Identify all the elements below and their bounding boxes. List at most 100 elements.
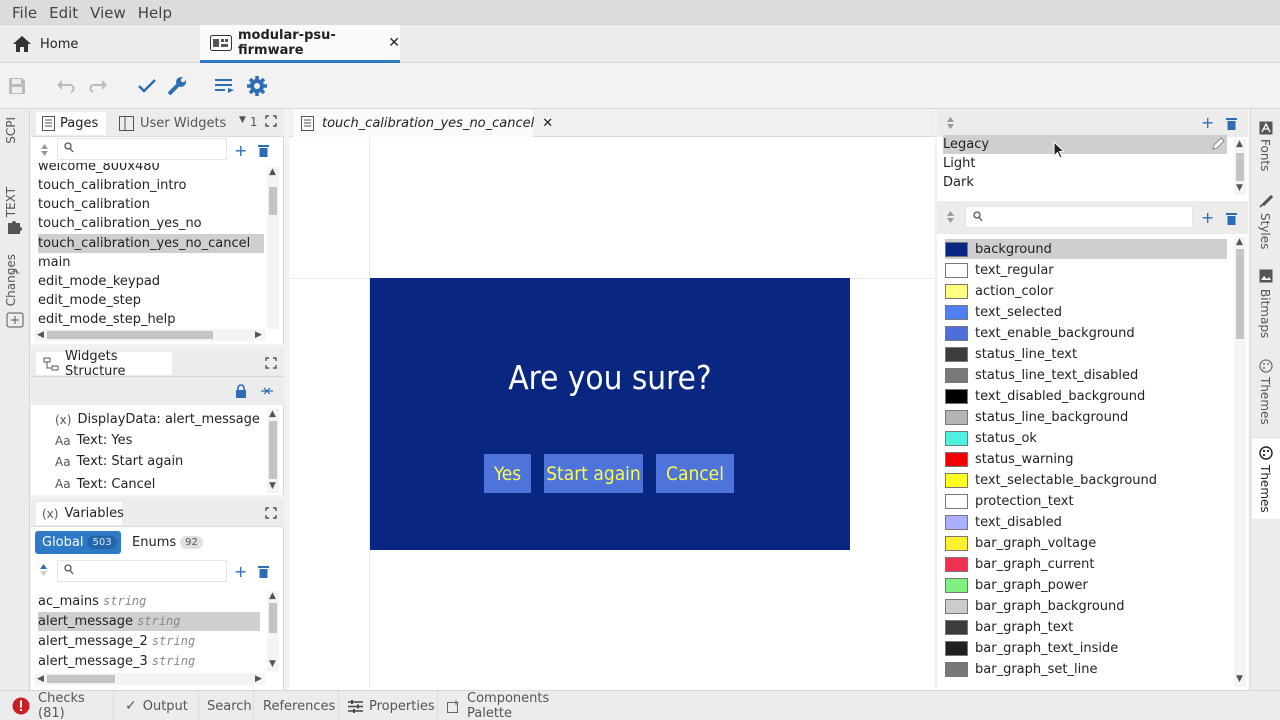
color-item[interactable]: status_line_text bbox=[945, 344, 1227, 364]
color-swatch[interactable] bbox=[945, 514, 968, 530]
dialog-title[interactable]: Are you sure? bbox=[370, 358, 850, 397]
collapse-icon[interactable] bbox=[260, 386, 274, 396]
sort-icon[interactable] bbox=[946, 210, 955, 224]
list-settings-icon[interactable] bbox=[212, 73, 238, 99]
variable-item-selected[interactable]: alert_message string bbox=[38, 612, 260, 631]
color-swatch[interactable] bbox=[945, 325, 968, 341]
list-item[interactable]: edit_mode_step_help bbox=[38, 310, 264, 329]
add-page-icon[interactable]: + bbox=[234, 141, 247, 160]
settings-gear-icon[interactable] bbox=[244, 73, 270, 99]
sort-icon[interactable] bbox=[946, 116, 955, 130]
tree-item-text-yes[interactable]: Aa Text: Yes bbox=[55, 433, 132, 448]
vtab-changes[interactable]: Changes bbox=[4, 254, 18, 306]
color-item[interactable]: text_disabled_background bbox=[945, 386, 1227, 406]
undo-icon[interactable] bbox=[54, 73, 80, 99]
scroll-right-icon[interactable]: ▶ bbox=[255, 674, 262, 684]
color-swatch[interactable] bbox=[945, 304, 968, 320]
vtab-themes[interactable]: Themes bbox=[1258, 377, 1272, 425]
color-swatch[interactable] bbox=[945, 577, 968, 593]
expand-icon[interactable] bbox=[265, 357, 277, 369]
pages-search-input[interactable] bbox=[57, 138, 227, 160]
color-item[interactable]: action_color bbox=[945, 281, 1227, 301]
tab-widgets-structure[interactable]: Widgets Structure bbox=[36, 349, 172, 379]
scroll-down-icon[interactable]: ▼ bbox=[269, 659, 276, 669]
menu-edit[interactable]: Edit bbox=[43, 4, 84, 22]
close-icon[interactable]: ✕ bbox=[542, 116, 553, 131]
widgets-vertical-scrollbar[interactable]: ▲ ▼ bbox=[267, 409, 279, 493]
start-again-button[interactable]: Start again bbox=[544, 454, 643, 493]
tab-variables[interactable]: (x) Variables bbox=[36, 502, 124, 525]
scroll-up-icon[interactable]: ▲ bbox=[269, 409, 276, 419]
themes-vertical-scrollbar[interactable]: ▲ ▼ bbox=[1234, 139, 1246, 195]
tab-enums[interactable]: Enums 92 bbox=[132, 531, 203, 554]
delete-color-icon[interactable] bbox=[1226, 212, 1237, 225]
color-item[interactable]: text_selectable_background bbox=[945, 470, 1227, 490]
pages-dropdown[interactable]: ▼ 1 bbox=[239, 115, 258, 129]
add-color-icon[interactable]: + bbox=[1201, 208, 1214, 227]
tab-home[interactable]: Home bbox=[0, 25, 200, 63]
cancel-button[interactable]: Cancel bbox=[656, 454, 734, 493]
scroll-down-icon[interactable]: ▼ bbox=[1236, 674, 1243, 684]
scroll-up-icon[interactable]: ▲ bbox=[1236, 237, 1243, 247]
pages-vertical-scrollbar[interactable]: ▲ bbox=[267, 167, 279, 329]
scroll-thumb[interactable] bbox=[269, 187, 277, 215]
scroll-thumb[interactable] bbox=[47, 331, 213, 339]
add-theme-icon[interactable]: + bbox=[1201, 113, 1214, 132]
vtab-scpi[interactable]: SCPI bbox=[4, 117, 18, 144]
color-swatch[interactable] bbox=[945, 556, 968, 572]
redo-icon[interactable] bbox=[84, 73, 110, 99]
tab-editor-page[interactable]: touch_calibration_yes_no_cancel ✕ bbox=[293, 109, 553, 137]
color-swatch[interactable] bbox=[945, 598, 968, 614]
references-button[interactable]: References bbox=[255, 691, 339, 720]
color-item[interactable]: bar_graph_set_line bbox=[945, 659, 1227, 679]
components-palette-button[interactable]: Components Palette bbox=[439, 691, 599, 720]
tab-global[interactable]: Global 503 bbox=[35, 531, 121, 554]
variables-vertical-scrollbar[interactable]: ▲ ▼ bbox=[267, 591, 279, 671]
color-item[interactable]: protection_text bbox=[945, 491, 1227, 511]
scroll-up-icon[interactable]: ▲ bbox=[1236, 139, 1243, 149]
properties-button[interactable]: Properties bbox=[340, 691, 438, 720]
color-item[interactable]: bar_graph_text bbox=[945, 617, 1227, 637]
scroll-up-icon[interactable]: ▲ bbox=[269, 591, 276, 601]
delete-theme-icon[interactable] bbox=[1226, 117, 1237, 130]
menu-file[interactable]: File bbox=[6, 4, 43, 22]
sort-icon[interactable] bbox=[40, 143, 49, 157]
output-button[interactable]: ✓ Output bbox=[117, 691, 199, 720]
color-item-selected[interactable]: background bbox=[945, 239, 1227, 259]
search-button[interactable]: Search bbox=[199, 691, 254, 720]
variables-search-input[interactable] bbox=[57, 560, 227, 582]
tree-item-text-start-again[interactable]: Aa Text: Start again bbox=[55, 454, 183, 469]
color-swatch[interactable] bbox=[945, 535, 968, 551]
list-item[interactable]: edit_mode_keypad bbox=[38, 272, 264, 291]
scroll-thumb[interactable] bbox=[1236, 249, 1244, 339]
close-icon[interactable]: ✕ bbox=[388, 35, 400, 51]
scroll-up-icon[interactable]: ▲ bbox=[269, 167, 276, 177]
variables-horizontal-scrollbar[interactable]: ◀ ▶ bbox=[35, 673, 265, 685]
list-item[interactable]: touch_calibration_intro bbox=[38, 176, 264, 195]
scroll-down-icon[interactable]: ▼ bbox=[269, 481, 276, 491]
check-icon[interactable] bbox=[134, 73, 160, 99]
list-item[interactable]: touch_calibration bbox=[38, 195, 264, 214]
list-item-selected[interactable]: touch_calibration_yes_no_cancel bbox=[38, 234, 264, 253]
menu-help[interactable]: Help bbox=[132, 4, 178, 22]
scroll-right-icon[interactable]: ▶ bbox=[255, 330, 262, 340]
color-swatch[interactable] bbox=[945, 430, 968, 446]
color-swatch[interactable] bbox=[945, 451, 968, 467]
expand-icon[interactable] bbox=[265, 115, 277, 127]
add-variable-icon[interactable]: + bbox=[234, 562, 247, 581]
checks-button[interactable]: Checks (81) bbox=[0, 691, 114, 720]
edit-pencil-icon[interactable] bbox=[1211, 137, 1225, 151]
tab-pages[interactable]: Pages bbox=[36, 112, 106, 135]
color-swatch[interactable] bbox=[945, 640, 968, 656]
tree-item-text-cancel[interactable]: Aa Text: Cancel bbox=[55, 475, 155, 493]
color-swatch[interactable] bbox=[945, 241, 968, 257]
color-item[interactable]: status_ok bbox=[945, 428, 1227, 448]
delete-page-icon[interactable] bbox=[258, 144, 269, 157]
theme-item-selected[interactable]: Legacy bbox=[943, 135, 1227, 154]
theme-item[interactable]: Light bbox=[943, 154, 1227, 173]
color-swatch[interactable] bbox=[945, 283, 968, 299]
color-swatch[interactable] bbox=[945, 262, 968, 278]
save-icon[interactable] bbox=[4, 73, 30, 99]
menu-view[interactable]: View bbox=[84, 4, 132, 22]
scroll-thumb[interactable] bbox=[269, 421, 277, 479]
